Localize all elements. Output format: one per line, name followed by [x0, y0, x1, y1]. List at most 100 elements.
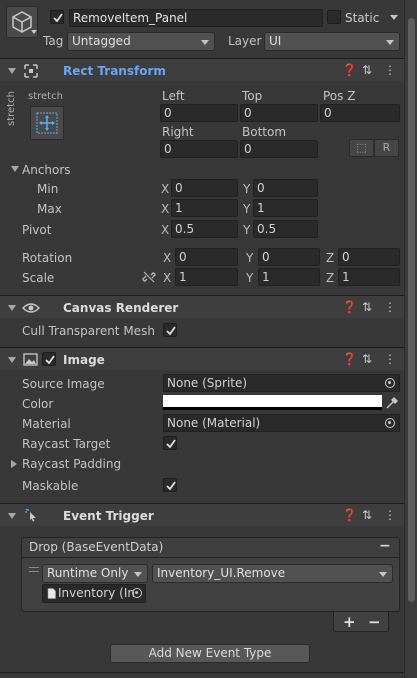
scrollbar-thumb[interactable]	[408, 18, 415, 602]
scale-label: Scale	[22, 271, 55, 285]
min-y-input[interactable]: 0	[253, 179, 318, 197]
source-image-value: None (Sprite)	[167, 376, 248, 390]
foldout-icon[interactable]	[8, 305, 16, 311]
image-title: Image	[63, 353, 105, 367]
raycast-target-checkbox[interactable]	[163, 436, 177, 450]
top-input[interactable]: 0	[240, 104, 318, 122]
max-x-input[interactable]: 1	[171, 199, 238, 217]
remove-event-button[interactable]: −	[379, 538, 391, 554]
rect-transform-header[interactable]: Rect Transform ❓ ⇅ ⋮	[0, 58, 404, 81]
presets-icon[interactable]: ⇅	[362, 352, 372, 366]
min-x-label: X	[161, 182, 170, 196]
eye-icon	[22, 303, 40, 313]
canvas-renderer-title: Canvas Renderer	[63, 301, 179, 315]
tag-value: Untagged	[72, 34, 131, 48]
remove-listener-button[interactable]: −	[368, 613, 381, 631]
presets-icon[interactable]: ⇅	[362, 508, 372, 522]
image-enabled-checkbox[interactable]	[42, 352, 56, 366]
raycast-padding-foldout-icon[interactable]	[11, 460, 17, 468]
vertical-scrollbar[interactable]	[404, 0, 417, 678]
right-label: Right	[162, 125, 194, 139]
min-y-label: Y	[243, 182, 251, 196]
bottom-label: Bottom	[242, 125, 287, 139]
blueprint-mode-button[interactable]: ⬚	[349, 139, 374, 157]
anchor-preset-button[interactable]	[30, 106, 64, 140]
min-x-input[interactable]: 0	[171, 179, 238, 197]
help-icon[interactable]: ❓	[342, 352, 357, 366]
source-image-field[interactable]: None (Sprite)	[163, 374, 400, 392]
context-menu-icon[interactable]: ⋮	[384, 300, 396, 314]
add-new-event-type-button[interactable]: Add New Event Type	[110, 644, 310, 663]
help-icon[interactable]: ❓	[342, 63, 357, 77]
pivot-y-input[interactable]: 0.5	[253, 220, 318, 238]
rot-x-input[interactable]: 0	[175, 248, 238, 266]
foldout-icon[interactable]	[8, 513, 16, 519]
object-picker-icon[interactable]	[385, 378, 395, 388]
target-object-field[interactable]: Inventory (In	[42, 584, 146, 603]
rot-y-input[interactable]: 0	[258, 248, 320, 266]
pivot-x-input[interactable]: 0.5	[171, 220, 238, 238]
object-picker-icon[interactable]	[385, 418, 395, 428]
link-icon[interactable]	[142, 270, 156, 284]
canvas-renderer-header[interactable]: Canvas Renderer ❓ ⇅ ⋮	[0, 295, 404, 318]
context-menu-icon[interactable]: ⋮	[384, 508, 396, 522]
rot-z-label: Z	[326, 251, 335, 265]
scale-y-input[interactable]: 1	[258, 268, 320, 286]
object-picker-icon[interactable]	[132, 588, 142, 598]
image-header[interactable]: Image ❓ ⇅ ⋮	[0, 347, 404, 370]
anchor-preset-top-label: stretch	[28, 91, 63, 102]
add-listener-button[interactable]: +	[343, 613, 356, 631]
foldout-icon[interactable]	[8, 68, 16, 74]
context-menu-icon[interactable]: ⋮	[384, 352, 396, 366]
listener-buttons: + −	[333, 612, 389, 632]
help-icon[interactable]: ❓	[342, 300, 357, 314]
maskable-checkbox[interactable]	[163, 478, 177, 492]
cull-transparent-mesh-checkbox[interactable]	[163, 323, 177, 337]
drag-handle-icon[interactable]	[29, 567, 39, 572]
event-entry-header: Drop (BaseEventData) −	[21, 537, 400, 558]
posz-input[interactable]: 0	[320, 104, 400, 122]
eyedropper-icon[interactable]	[385, 396, 399, 410]
static-checkbox[interactable]	[327, 10, 341, 24]
tag-dropdown[interactable]: Untagged	[67, 32, 215, 51]
raw-edit-button[interactable]: R	[374, 139, 399, 157]
top-label: Top	[242, 89, 263, 103]
color-swatch[interactable]	[163, 395, 382, 410]
static-dropdown-icon[interactable]	[390, 15, 398, 20]
target-object-value: Inventory (In	[58, 586, 135, 600]
context-menu-icon[interactable]: ⋮	[384, 63, 396, 77]
object-name-input[interactable]: RemoveItem_Panel	[69, 9, 323, 27]
rot-y-label: Y	[246, 251, 254, 265]
event-trigger-header[interactable]: Event Trigger ❓ ⇅ ⋮	[0, 503, 404, 526]
maskable-label: Maskable	[22, 479, 79, 493]
rect-transform-title: Rect Transform	[63, 64, 166, 78]
chevron-down-icon	[379, 572, 387, 577]
max-y-label: Y	[243, 202, 251, 216]
chevron-down-icon	[201, 40, 209, 45]
bottom-input[interactable]: 0	[240, 140, 318, 158]
anchors-foldout-icon[interactable]	[11, 166, 19, 172]
active-checkbox[interactable]	[50, 10, 64, 24]
presets-icon[interactable]: ⇅	[362, 300, 372, 314]
scale-x-input[interactable]: 1	[175, 268, 238, 286]
tag-label: Tag	[43, 34, 64, 48]
left-input[interactable]: 0	[160, 104, 238, 122]
foldout-icon[interactable]	[8, 357, 16, 363]
presets-icon[interactable]: ⇅	[362, 63, 372, 77]
scale-z-input[interactable]: 1	[338, 268, 400, 286]
runtime-only-dropdown[interactable]: Runtime Only	[42, 564, 148, 583]
rotation-label: Rotation	[22, 251, 73, 265]
posz-label: Pos Z	[323, 89, 356, 103]
image-icon	[23, 353, 38, 366]
bottom-divider	[0, 672, 404, 673]
layer-dropdown[interactable]: UI	[264, 32, 400, 51]
right-input[interactable]: 0	[160, 140, 238, 158]
max-y-input[interactable]: 1	[253, 199, 318, 217]
help-icon[interactable]: ❓	[342, 508, 357, 522]
source-image-label: Source Image	[22, 377, 105, 391]
material-field[interactable]: None (Material)	[163, 414, 400, 432]
static-label: Static	[345, 11, 380, 25]
function-dropdown[interactable]: Inventory_UI.Remove	[152, 564, 393, 583]
rot-z-input[interactable]: 0	[338, 248, 400, 266]
chevron-down-icon	[386, 40, 394, 45]
